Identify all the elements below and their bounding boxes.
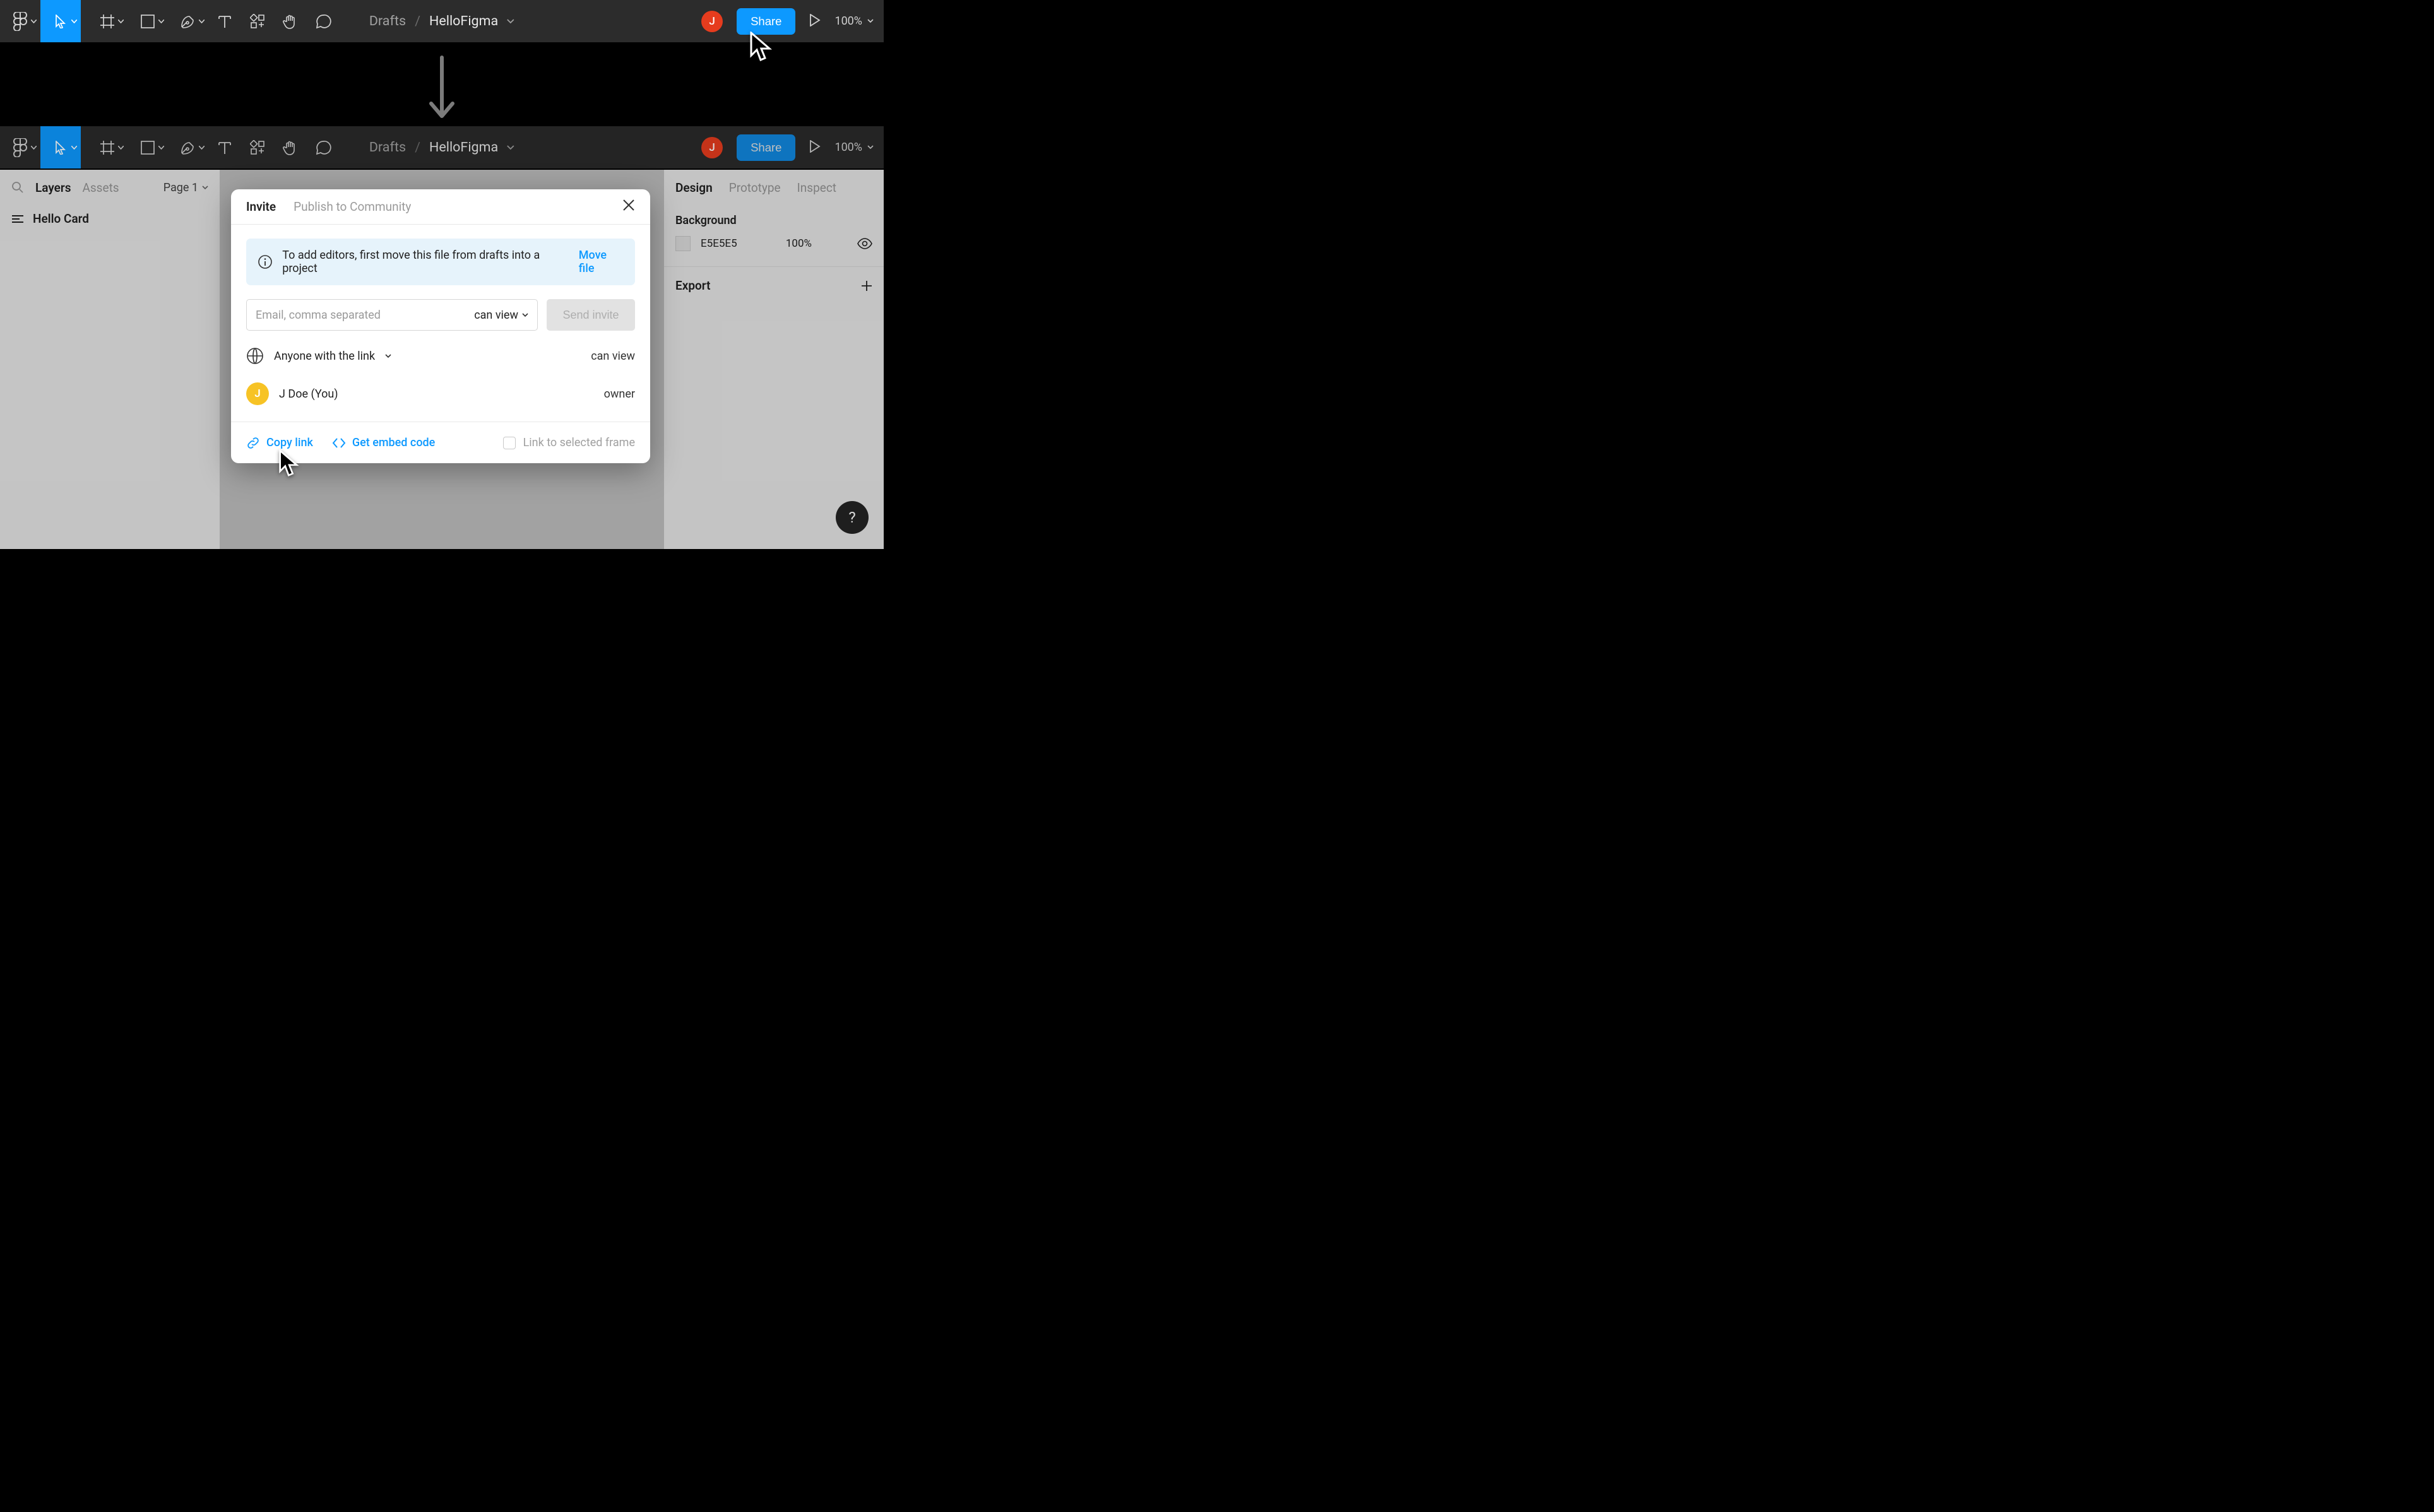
close-button[interactable] xyxy=(622,199,635,215)
frame-icon xyxy=(100,14,115,29)
frame-tool[interactable] xyxy=(87,0,128,42)
arrow-down-icon xyxy=(426,54,458,124)
invite-permission-dropdown[interactable]: can view xyxy=(474,309,528,322)
pen-icon xyxy=(180,14,196,29)
owner-role: owner xyxy=(604,387,635,401)
embed-code-button[interactable]: Get embed code xyxy=(332,436,435,449)
share-button[interactable]: Share xyxy=(737,8,795,35)
right-panel: Design Prototype Inspect Background E5E5… xyxy=(664,170,884,549)
chevron-down-icon xyxy=(199,20,205,23)
text-icon xyxy=(218,15,232,28)
close-icon xyxy=(622,199,635,211)
email-placeholder: Email, comma separated xyxy=(256,309,381,322)
checkbox-icon[interactable] xyxy=(503,437,516,449)
play-icon xyxy=(809,14,821,27)
breadcrumb-filename[interactable]: HelloFigma xyxy=(429,13,498,29)
chevron-down-icon xyxy=(71,20,77,23)
send-invite-button[interactable]: Send invite xyxy=(547,299,635,331)
owner-row: J J Doe (You) owner xyxy=(246,382,635,405)
breadcrumb[interactable]: Drafts / HelloFigma xyxy=(369,13,514,29)
chevron-down-icon xyxy=(118,20,124,23)
move-tool[interactable] xyxy=(40,0,81,42)
shape-tool[interactable] xyxy=(128,0,168,42)
link-access-label: Anyone with the link xyxy=(274,350,375,363)
chevron-down-icon xyxy=(522,313,528,317)
owner-name: J Doe (You) xyxy=(279,387,338,401)
comment-icon xyxy=(315,13,331,30)
hand-icon xyxy=(282,13,299,30)
breadcrumb-sep: / xyxy=(415,13,420,29)
comment-tool[interactable] xyxy=(307,0,340,42)
help-button[interactable]: ? xyxy=(836,501,869,534)
owner-avatar: J xyxy=(246,382,269,405)
zoom-control[interactable]: 100% xyxy=(834,15,874,28)
toolbar-top: Drafts / HelloFigma J Share 100% xyxy=(0,0,884,42)
chevron-down-icon xyxy=(31,20,37,23)
link-to-frame-option[interactable]: Link to selected frame xyxy=(503,436,635,449)
code-icon xyxy=(332,437,346,449)
info-icon xyxy=(258,254,272,269)
hint-banner: To add editors, first move this file fro… xyxy=(246,239,635,285)
tab-publish[interactable]: Publish to Community xyxy=(294,199,411,214)
chevron-down-icon[interactable] xyxy=(507,19,514,24)
breadcrumb-drafts[interactable]: Drafts xyxy=(369,13,406,29)
avatar[interactable]: J xyxy=(701,11,723,32)
pen-tool[interactable] xyxy=(168,0,208,42)
cursor-icon xyxy=(55,15,66,28)
globe-icon xyxy=(246,347,264,365)
link-icon xyxy=(246,436,260,450)
zoom-value: 100% xyxy=(834,15,862,28)
hint-text: To add editors, first move this file fro… xyxy=(282,249,568,275)
text-tool[interactable] xyxy=(208,0,241,42)
figma-menu[interactable] xyxy=(0,0,40,42)
link-access-row[interactable]: Anyone with the link can view xyxy=(246,347,635,365)
chevron-down-icon xyxy=(867,19,874,23)
resources-tool[interactable] xyxy=(241,0,274,42)
email-field[interactable]: Email, comma separated can view xyxy=(246,299,538,331)
chevron-down-icon[interactable] xyxy=(385,354,391,358)
toolbar-bottom: Drafts / HelloFigma J Share 100% xyxy=(0,126,884,168)
link-permission[interactable]: can view xyxy=(591,350,635,363)
figma-logo-icon xyxy=(13,12,27,31)
copy-link-button[interactable]: Copy link xyxy=(246,436,313,450)
move-file-link[interactable]: Move file xyxy=(579,249,624,275)
tab-invite[interactable]: Invite xyxy=(246,199,276,214)
share-modal: Invite Publish to Community To add edito… xyxy=(231,189,650,463)
present-button[interactable] xyxy=(809,14,821,29)
square-icon xyxy=(141,15,155,28)
plugins-icon xyxy=(250,14,265,29)
hand-tool[interactable] xyxy=(274,0,307,42)
left-panel: Layers Assets Page 1 Hello Card xyxy=(0,170,220,549)
chevron-down-icon xyxy=(158,20,164,23)
